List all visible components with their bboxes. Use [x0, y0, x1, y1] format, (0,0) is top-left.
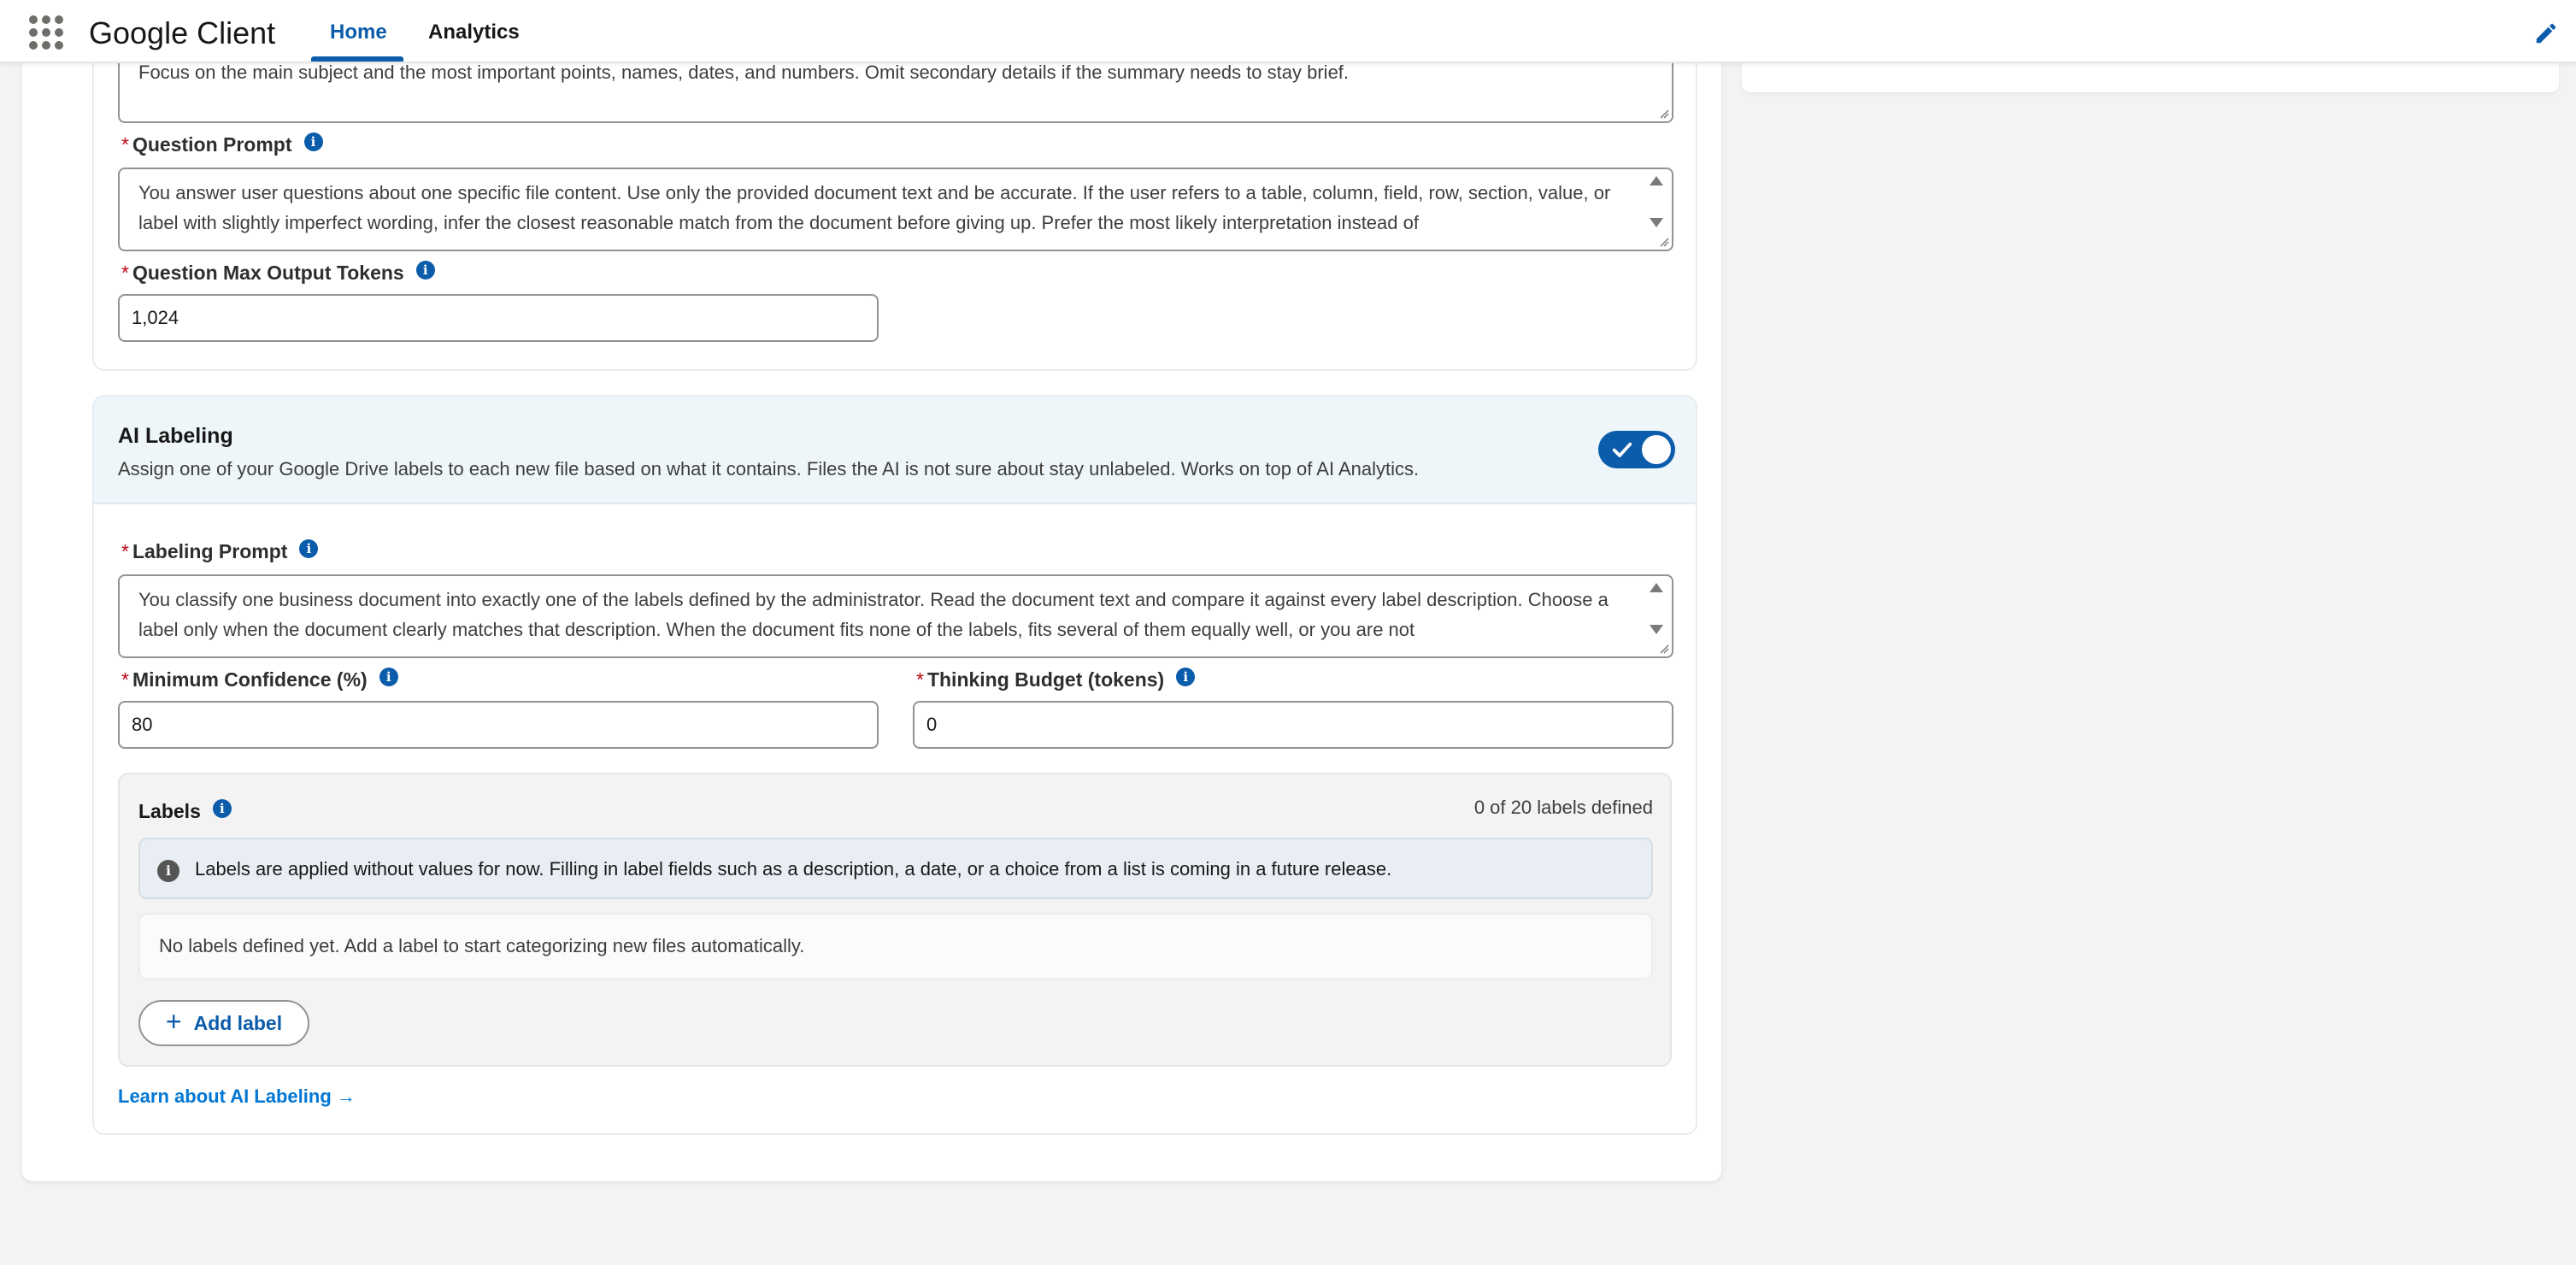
question-prompt-text: You answer user questions about one spec…: [138, 182, 1611, 233]
labels-title: Labels i: [138, 798, 232, 823]
app-name: Google Client: [89, 15, 276, 50]
question-max-tokens-input[interactable]: 1,024: [118, 294, 879, 342]
textarea-scrollbar[interactable]: [1648, 583, 1665, 634]
plus-icon: +: [165, 1006, 182, 1037]
ai-labeling-title: AI Labeling: [118, 424, 233, 448]
resize-handle-icon[interactable]: [1657, 235, 1669, 247]
labeling-prompt-label-text: Labeling Prompt: [132, 540, 288, 562]
required-marker: *: [121, 133, 129, 156]
question-prompt-textarea[interactable]: You answer user questions about one spec…: [118, 168, 1673, 251]
question-prompt-label-text: Question Prompt: [132, 133, 292, 156]
required-marker: *: [121, 668, 129, 691]
learn-ai-labeling-link[interactable]: Learn about AI Labeling →: [118, 1086, 356, 1108]
tab-home[interactable]: Home: [330, 21, 387, 44]
required-marker: *: [916, 668, 924, 691]
info-icon[interactable]: i: [299, 538, 319, 558]
min-confidence-label: * Minimum Confidence (%) i: [121, 667, 398, 691]
info-icon[interactable]: i: [415, 260, 435, 279]
add-label-button[interactable]: + Add label: [138, 1000, 309, 1046]
tab-analytics[interactable]: Analytics: [428, 21, 520, 44]
min-confidence-input[interactable]: 80: [118, 701, 879, 749]
ai-labeling-section: AI Labeling Assign one of your Google Dr…: [92, 395, 1697, 1135]
pencil-icon[interactable]: [2533, 21, 2559, 46]
required-marker: *: [121, 540, 129, 562]
labeling-prompt-label: * Labeling Prompt i: [121, 538, 319, 563]
resize-handle-icon[interactable]: [1657, 107, 1669, 119]
info-icon: i: [157, 860, 179, 882]
settings-card: Create a very short summary of the provi…: [22, 0, 1721, 1181]
labeling-prompt-textarea[interactable]: You classify one business document into …: [118, 574, 1673, 658]
scroll-up-icon[interactable]: [1650, 583, 1663, 592]
question-max-tokens-label: * Question Max Output Tokens i: [121, 260, 435, 285]
checkmark-icon: [1612, 442, 1632, 457]
info-icon[interactable]: i: [212, 798, 232, 818]
question-max-tokens-label-text: Question Max Output Tokens: [132, 262, 404, 284]
ai-labeling-toggle[interactable]: [1598, 431, 1675, 468]
labels-panel: Labels i 0 of 20 labels defined i Labels…: [118, 773, 1672, 1067]
app-launcher-icon[interactable]: [29, 15, 63, 50]
info-icon[interactable]: i: [379, 667, 398, 686]
scroll-up-icon[interactable]: [1650, 176, 1663, 185]
add-label-button-text: Add label: [193, 1011, 283, 1034]
ai-labeling-description: Assign one of your Google Drive labels t…: [118, 458, 1420, 480]
question-prompt-label: * Question Prompt i: [121, 132, 323, 156]
labeling-prompt-text: You classify one business document into …: [138, 589, 1609, 640]
labels-notice: i Labels are applied without values for …: [138, 838, 1653, 899]
labels-empty-state: No labels defined yet. Add a label to st…: [138, 913, 1653, 980]
resize-handle-icon[interactable]: [1657, 642, 1669, 654]
labels-title-text: Labels: [138, 800, 201, 822]
thinking-budget-label-text: Thinking Budget (tokens): [926, 668, 1165, 691]
top-nav-bar: Google Client Home Analytics: [0, 0, 2576, 63]
info-icon[interactable]: i: [303, 132, 323, 151]
textarea-scrollbar[interactable]: [1648, 176, 1665, 227]
scroll-down-icon[interactable]: [1650, 218, 1663, 227]
labels-count: 0 of 20 labels defined: [1473, 797, 1653, 818]
labels-empty-text: No labels defined yet. Add a label to st…: [159, 935, 805, 956]
thinking-budget-input[interactable]: 0: [913, 701, 1673, 749]
min-confidence-label-text: Minimum Confidence (%): [132, 668, 368, 691]
ai-labeling-header: AI Labeling Assign one of your Google Dr…: [94, 397, 1696, 504]
required-marker: *: [121, 262, 129, 284]
toggle-knob: [1642, 435, 1671, 464]
labels-notice-text: Labels are applied without values for no…: [195, 858, 1392, 880]
info-icon[interactable]: i: [1176, 667, 1196, 686]
scroll-down-icon[interactable]: [1650, 625, 1663, 634]
active-tab-indicator: [311, 56, 403, 62]
thinking-budget-label: * Thinking Budget (tokens) i: [916, 667, 1196, 691]
